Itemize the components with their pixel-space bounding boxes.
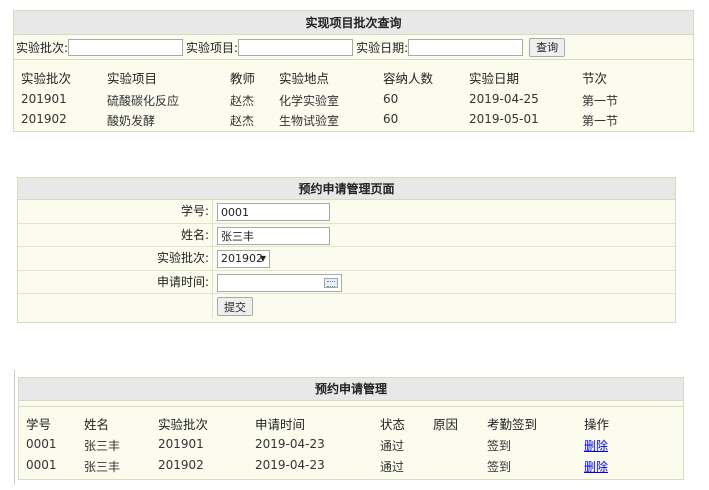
- cell-apply-time: 2019-04-23: [255, 458, 325, 472]
- cell-batch: 201902: [21, 112, 67, 126]
- cell-batch: 201902: [158, 458, 204, 472]
- cell-project: 酸奶发酵: [107, 114, 156, 128]
- header-date: 实验日期: [469, 71, 520, 86]
- header-batch: 实验批次: [21, 71, 72, 86]
- header-attendance: 考勤签到: [487, 417, 538, 432]
- header-student-id: 学号: [26, 417, 52, 432]
- cell-batch: 201901: [158, 437, 204, 451]
- table-row: 0001 张三丰 201902 2019-04-23 通过 签到 删除: [19, 455, 683, 477]
- batch-select[interactable]: 201902 ▼: [217, 250, 270, 268]
- project-search-label: 实验项目:: [186, 40, 239, 55]
- student-id-row: 学号:: [18, 200, 675, 224]
- batch-query-title: 实现项目批次查询: [14, 11, 693, 35]
- project-search-input[interactable]: [238, 38, 354, 56]
- cell-location: 生物试验室: [279, 114, 340, 128]
- apply-time-label: 申请时间:: [156, 274, 209, 289]
- cell-period: 第一节: [582, 94, 619, 108]
- cell-attendance: 签到: [487, 439, 512, 453]
- submit-button[interactable]: 提交: [217, 297, 253, 316]
- cell-name: 张三丰: [84, 439, 121, 453]
- cell-batch: 201901: [21, 92, 67, 106]
- chevron-down-icon: ▼: [259, 254, 266, 263]
- header-name: 姓名: [84, 417, 110, 432]
- table-row: 201902 酸奶发酵 赵杰 生物试验室 60 2019-05-01 第一节: [14, 110, 693, 132]
- cell-capacity: 60: [383, 92, 399, 106]
- header-operation: 操作: [584, 417, 610, 432]
- date-search-label: 实验日期:: [356, 40, 409, 55]
- name-row: 姓名:: [18, 223, 675, 247]
- student-id-input[interactable]: [217, 203, 330, 221]
- header-location: 实验地点: [279, 71, 330, 86]
- name-input[interactable]: [217, 226, 330, 245]
- left-divider: [14, 370, 15, 485]
- header-capacity: 容纳人数: [383, 71, 434, 86]
- header-apply-time: 申请时间: [255, 417, 306, 432]
- header-status: 状态: [380, 417, 406, 432]
- batch-select-value: 201902: [221, 252, 263, 265]
- name-label: 姓名:: [180, 227, 209, 242]
- search-bar: 实验批次: 实验项目: 实验日期: 查询: [14, 35, 693, 60]
- cell-location: 化学实验室: [279, 94, 340, 108]
- batch-label: 实验批次:: [156, 251, 209, 265]
- delete-link[interactable]: 删除: [584, 458, 608, 475]
- header-period: 节次: [582, 71, 608, 86]
- cell-capacity: 60: [383, 112, 399, 126]
- application-management-panel: 预约申请管理 学号 姓名 实验批次 申请时间 状态 原因 考勤签到 操作 000…: [18, 377, 684, 480]
- header-batch: 实验批次: [158, 417, 209, 432]
- cell-name: 张三丰: [84, 460, 121, 474]
- cell-teacher: 赵杰: [230, 114, 255, 128]
- cell-student-id: 0001: [26, 437, 57, 451]
- cell-attendance: 签到: [487, 460, 512, 474]
- management-table-header: 学号 姓名 实验批次 申请时间 状态 原因 考勤签到 操作: [19, 407, 683, 433]
- application-form-title: 预约申请管理页面: [18, 178, 675, 200]
- query-button[interactable]: 查询: [529, 37, 566, 57]
- table-row: 201901 硫酸碳化反应 赵杰 化学实验室 60 2019-04-25 第一节: [14, 88, 693, 110]
- application-management-title: 预约申请管理: [19, 378, 683, 401]
- cell-teacher: 赵杰: [230, 94, 255, 108]
- application-form-panel: 预约申请管理页面 学号: 姓名: 实验批次: 201902 ▼ 申请时间:: [17, 177, 676, 323]
- cell-project: 硫酸碳化反应: [107, 94, 180, 108]
- header-reason: 原因: [433, 417, 459, 432]
- apply-time-input[interactable]: [217, 273, 342, 292]
- cell-period: 第一节: [582, 114, 619, 128]
- header-project: 实验项目: [107, 71, 158, 86]
- cell-date: 2019-04-25: [469, 92, 539, 106]
- submit-row: 提交: [18, 294, 675, 318]
- batch-table-header: 实验批次 实验项目 教师 实验地点 容纳人数 实验日期 节次: [14, 62, 693, 88]
- calendar-icon[interactable]: [324, 277, 338, 288]
- cell-status: 通过: [380, 460, 405, 474]
- batch-query-panel: 实现项目批次查询 实验批次: 实验项目: 实验日期: 查询 实验批次 实验项目 …: [13, 10, 694, 132]
- batch-search-input[interactable]: [68, 38, 184, 56]
- table-row: 0001 张三丰 201901 2019-04-23 通过 签到 删除: [19, 433, 683, 455]
- batch-search-label: 实验批次:: [16, 40, 69, 55]
- delete-link[interactable]: 删除: [584, 437, 608, 454]
- cell-apply-time: 2019-04-23: [255, 437, 325, 451]
- apply-time-row: 申请时间:: [18, 270, 675, 294]
- date-search-input[interactable]: [408, 38, 524, 56]
- cell-date: 2019-05-01: [469, 112, 539, 126]
- student-id-label: 学号:: [180, 204, 209, 218]
- cell-status: 通过: [380, 439, 405, 453]
- batch-row: 实验批次: 201902 ▼: [18, 247, 675, 271]
- header-teacher: 教师: [230, 71, 256, 86]
- cell-student-id: 0001: [26, 458, 57, 472]
